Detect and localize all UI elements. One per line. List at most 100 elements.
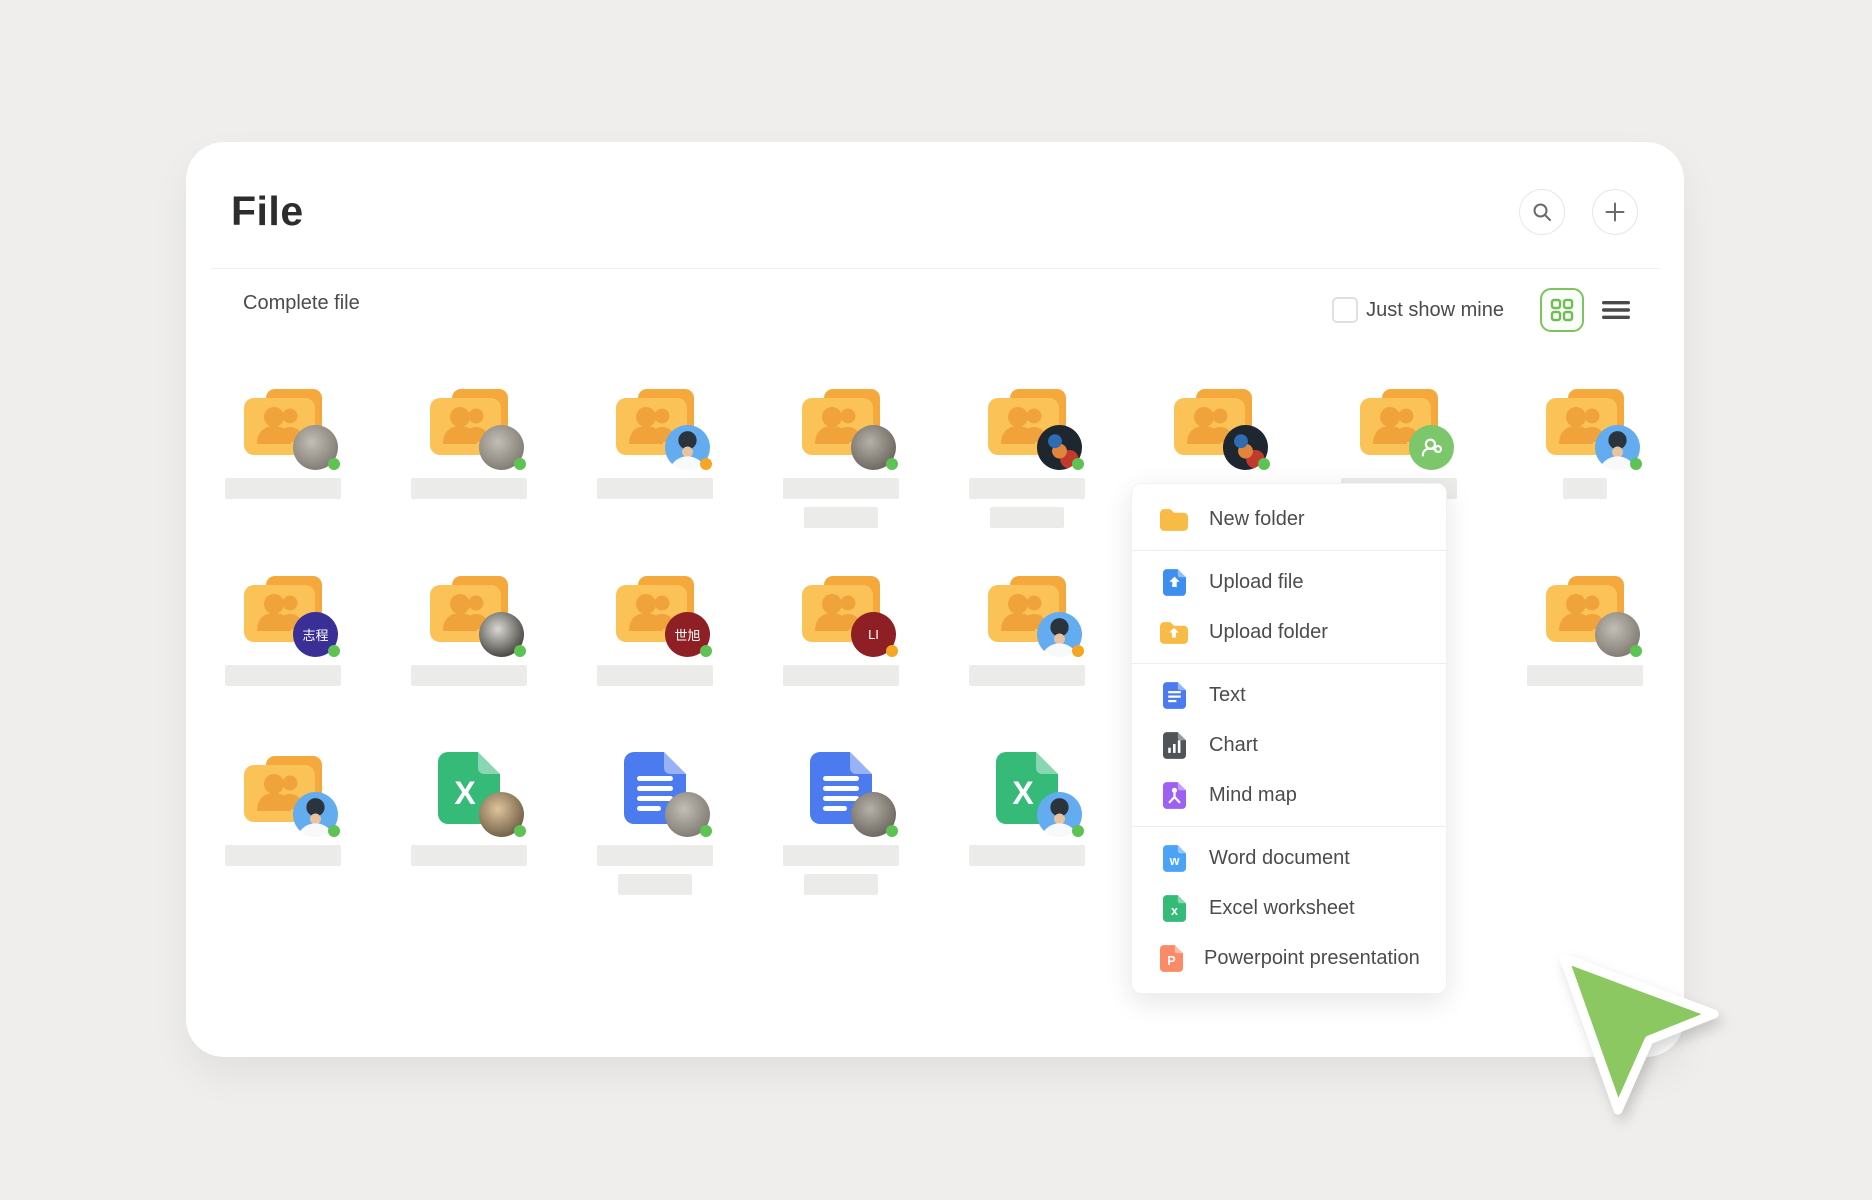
status-dot	[700, 458, 712, 470]
file-upload-icon	[1160, 569, 1188, 596]
file-item-r1c7[interactable]	[1306, 383, 1492, 499]
filename-placeholder	[411, 665, 527, 686]
placeholder-line	[804, 507, 878, 528]
placeholder-line	[783, 845, 899, 866]
file-item-r3c4[interactable]	[748, 750, 934, 895]
avatar	[1409, 425, 1454, 470]
menu-group: wWord document xExcel worksheet P Powerpo…	[1132, 826, 1446, 989]
menu-item-text[interactable]: Text	[1132, 670, 1446, 720]
status-dot	[1630, 645, 1642, 657]
placeholder-line	[990, 507, 1064, 528]
filename-placeholder	[969, 478, 1085, 528]
menu-item-powerpoint-presentation[interactable]: P Powerpoint presentation	[1132, 933, 1446, 983]
avatar	[851, 792, 896, 837]
avatar-initials: LI	[868, 627, 879, 642]
status-dot	[328, 458, 340, 470]
file-item-r3c2[interactable]: X	[376, 750, 562, 866]
placeholder-line	[225, 845, 341, 866]
filename-placeholder	[597, 478, 713, 499]
menu-item-upload-folder[interactable]: Upload folder	[1132, 607, 1446, 657]
file-item-r2c1[interactable]: 志程	[190, 570, 376, 686]
file-icon-wrap	[748, 750, 934, 824]
status-dot	[700, 825, 712, 837]
placeholder-line	[804, 874, 878, 895]
file-item-r1c4[interactable]	[748, 383, 934, 528]
file-ppt-icon: P	[1160, 945, 1183, 972]
file-item-r2c4[interactable]: LI	[748, 570, 934, 686]
menu-item-new-folder[interactable]: New folder	[1132, 494, 1446, 544]
status-dot	[1072, 645, 1084, 657]
just-show-mine-checkbox[interactable]	[1332, 297, 1358, 323]
file-icon-wrap: 志程	[190, 570, 376, 644]
status-dot	[1072, 825, 1084, 837]
status-dot	[1072, 458, 1084, 470]
menu-item-upload-file[interactable]: Upload file	[1132, 557, 1446, 607]
placeholder-line	[411, 478, 527, 499]
status-dot	[514, 825, 526, 837]
placeholder-line	[225, 665, 341, 686]
add-button[interactable]	[1592, 189, 1638, 235]
placeholder-line	[411, 665, 527, 686]
menu-item-label: Powerpoint presentation	[1204, 947, 1420, 970]
file-item-r1c2[interactable]	[376, 383, 562, 499]
search-button[interactable]	[1519, 189, 1565, 235]
status-dot	[514, 458, 526, 470]
section-label: Complete file	[243, 292, 360, 315]
file-item-r2c2[interactable]	[376, 570, 562, 686]
file-icon-wrap	[562, 750, 748, 824]
menu-item-label: Excel worksheet	[1209, 897, 1355, 920]
file-item-r2c3[interactable]: 世旭	[562, 570, 748, 686]
menu-item-chart[interactable]: Chart	[1132, 720, 1446, 770]
file-icon-wrap	[1306, 383, 1492, 457]
file-item-r3c5[interactable]: X	[934, 750, 1120, 866]
menu-item-excel-worksheet[interactable]: xExcel worksheet	[1132, 883, 1446, 933]
avatar: 志程	[293, 612, 338, 657]
list-view-icon	[1602, 299, 1630, 321]
placeholder-line	[1563, 478, 1607, 499]
placeholder-line	[969, 665, 1085, 686]
menu-item-label: Chart	[1209, 734, 1258, 757]
filename-placeholder	[969, 665, 1085, 686]
avatar	[1037, 792, 1082, 837]
file-icon-wrap: LI	[748, 570, 934, 644]
status-dot	[700, 645, 712, 657]
file-item-r3c3[interactable]	[562, 750, 748, 895]
file-item-r2c8[interactable]	[1492, 570, 1678, 686]
avatar	[1037, 612, 1082, 657]
avatar	[1595, 612, 1640, 657]
placeholder-line	[597, 845, 713, 866]
placeholder-line	[597, 478, 713, 499]
file-item-r1c5[interactable]	[934, 383, 1120, 528]
just-show-mine-filter[interactable]: Just show mine	[1332, 297, 1504, 323]
file-chart-icon	[1160, 732, 1188, 759]
menu-item-mind-map[interactable]: Mind map	[1132, 770, 1446, 820]
status-dot	[328, 825, 340, 837]
file-icon-wrap	[562, 383, 748, 457]
file-item-r1c8[interactable]	[1492, 383, 1678, 499]
header-divider	[211, 268, 1659, 269]
avatar	[479, 612, 524, 657]
file-item-r1c3[interactable]	[562, 383, 748, 499]
file-item-r1c6[interactable]	[1120, 383, 1306, 457]
avatar: LI	[851, 612, 896, 657]
file-text-icon	[1160, 682, 1188, 709]
menu-item-word-document[interactable]: wWord document	[1132, 833, 1446, 883]
menu-item-label: Text	[1209, 684, 1246, 707]
filename-placeholder	[225, 845, 341, 866]
file-item-r1c1[interactable]	[190, 383, 376, 499]
file-word-icon: w	[1160, 845, 1188, 872]
avatar	[1037, 425, 1082, 470]
filename-placeholder	[783, 845, 899, 895]
list-view-button[interactable]	[1602, 299, 1630, 321]
grid-view-button[interactable]	[1540, 288, 1584, 332]
filename-placeholder	[783, 478, 899, 528]
avatar	[1223, 425, 1268, 470]
placeholder-line	[597, 665, 713, 686]
svg-text:P: P	[1167, 954, 1175, 968]
status-dot	[886, 645, 898, 657]
file-icon-wrap	[1492, 570, 1678, 644]
placeholder-line	[783, 478, 899, 499]
file-icon-wrap	[190, 383, 376, 457]
file-item-r3c1[interactable]	[190, 750, 376, 866]
file-item-r2c5[interactable]	[934, 570, 1120, 686]
